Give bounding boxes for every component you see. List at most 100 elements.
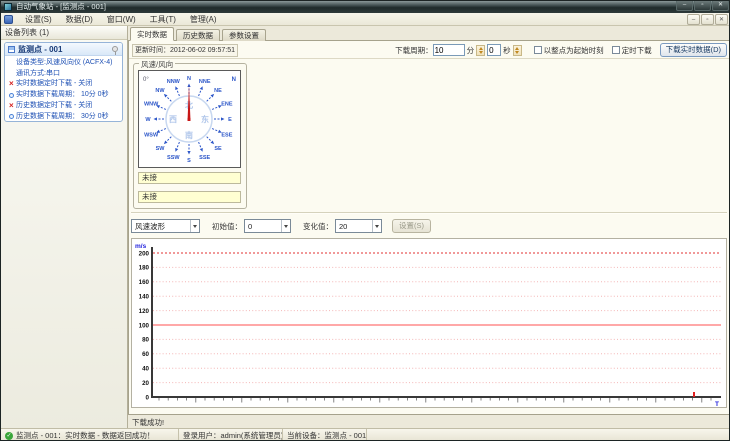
seconds-unit-label: 秒 [503, 45, 511, 55]
device-panel[interactable]: 监测点 - 001 设备类型:风速风向仪 (ACFX-4) 通讯方式:串口 × 实… [4, 42, 123, 122]
waveform-chart: m/s 0 20 40 60 80 100 120 140 160 180 200 T [131, 238, 727, 408]
menu-data[interactable]: 数据(D) [59, 13, 100, 26]
update-time-field: 更新时间：2012-06-02 09:57:51 [132, 44, 238, 57]
svg-text:W: W [145, 117, 151, 123]
svg-text:40: 40 [142, 366, 149, 373]
start-on-hour-checkbox[interactable] [533, 46, 542, 54]
svg-text:20: 20 [142, 380, 149, 387]
wind-groupbox: 风速/风向 北南东西NNNENEENEEESESESSESSSWSWWSWWWN… [133, 59, 247, 209]
minutes-unit-label: 分 [466, 45, 475, 55]
download-realtime-button[interactable]: 下载实时数据(D) [659, 43, 727, 57]
scheduled-download-checkbox[interactable] [611, 46, 620, 54]
device-sidebar: 设备列表 (1) 监测点 - 001 设备类型:风速风向仪 (ACFX-4) 通… [1, 26, 128, 428]
svg-text:0°: 0° [143, 77, 149, 83]
device-panel-header[interactable]: 监测点 - 001 [5, 43, 122, 56]
success-check-icon: ✓ [5, 431, 13, 440]
window-title: 自动气象站 - [监测点 - 001] [16, 2, 107, 11]
svg-text:160: 160 [139, 279, 150, 286]
svg-text:东: 东 [201, 114, 209, 124]
history-schedule-line: × 历史数据定时下载 - 关闭 [9, 100, 93, 110]
svg-text:120: 120 [139, 308, 150, 315]
svg-text:SW: SW [156, 146, 166, 152]
menu-bar: 设置(S) 数据(D) 窗口(W) 工具(T) 管理(A) – ▫ ✕ [1, 13, 729, 26]
off-x-icon: × [9, 100, 14, 110]
wind-speed-field: 未接 [138, 172, 241, 184]
svg-text:200: 200 [139, 250, 150, 257]
minutes-spinner[interactable] [476, 44, 486, 56]
wind-compass: 北南东西NNNENEENEEESESESSESSSWSWWSWWWNWNWNNW… [138, 70, 241, 168]
svg-text:0: 0 [146, 394, 150, 401]
chevron-down-icon[interactable] [281, 220, 290, 232]
menu-window[interactable]: 窗口(W) [100, 13, 143, 26]
svg-text:SSW: SSW [167, 155, 180, 161]
clock-icon [9, 92, 14, 98]
app-icon [4, 3, 12, 11]
menu-admin[interactable]: 管理(A) [183, 13, 224, 26]
mdi-child-icon[interactable] [4, 14, 13, 24]
comm-mode-line: 通讯方式:串口 [16, 69, 60, 77]
current-device-section: 当前设备：监测点 - 001 [283, 429, 367, 440]
svg-text:SSE: SSE [199, 155, 210, 161]
status-message-section: ✓ 监测点 - 001：实时数据 - 数据返回成功！ [1, 429, 179, 440]
device-icon [8, 45, 15, 53]
initial-value-select[interactable]: 0 [244, 219, 291, 233]
change-value-select[interactable]: 20 [335, 219, 382, 233]
svg-text:NE: NE [214, 88, 222, 94]
restore-icon[interactable]: ▫ [694, 1, 711, 11]
status-bar: ✓ 监测点 - 001：实时数据 - 数据返回成功！ 登录用户：admin(系统… [1, 428, 729, 440]
clock-icon [9, 114, 14, 120]
svg-text:西: 西 [169, 115, 177, 124]
start-on-hour-label: 以整点为起始时刻 [543, 45, 604, 55]
settings-button[interactable]: 设置(S) [392, 219, 431, 233]
scheduled-download-label: 定时下载 [621, 45, 652, 55]
svg-text:WNW: WNW [144, 101, 159, 107]
history-period-line: 历史数据下载周期： 30分 0秒 [9, 112, 122, 121]
tab-bar: 实时数据 历史数据 参数设置 [130, 27, 266, 41]
seconds-input[interactable] [487, 44, 502, 56]
compass-svg: 北南东西NNNENEENEEESESESSESSSWSWWSWWWNWNWNNW… [143, 76, 236, 164]
initial-value-label: 初始值： [212, 221, 242, 231]
menu-settings[interactable]: 设置(S) [18, 13, 59, 26]
svg-text:140: 140 [139, 294, 150, 301]
svg-text:NW: NW [155, 88, 165, 94]
svg-text:S: S [187, 158, 191, 164]
svg-text:T: T [715, 401, 719, 407]
chevron-down-icon[interactable] [372, 220, 381, 232]
off-x-icon: × [9, 79, 14, 89]
tab-parameter-settings[interactable]: 参数设置 [222, 29, 266, 41]
pin-icon[interactable] [112, 46, 118, 55]
mdi-close-icon[interactable]: ✕ [715, 14, 728, 25]
waveform-select[interactable]: 风速波形 [131, 219, 200, 233]
svg-text:80: 80 [142, 337, 149, 344]
device-list-header: 设备列表 (1) [1, 26, 127, 40]
chart-svg: m/s 0 20 40 60 80 100 120 140 160 180 200 T [135, 243, 721, 408]
svg-text:N: N [187, 76, 191, 82]
mdi-restore-icon[interactable]: ▫ [701, 14, 714, 25]
waveform-controls: 风速波形 初始值： 0 变化值： 20 设置(S) [131, 219, 431, 233]
menu-tools[interactable]: 工具(T) [143, 13, 183, 26]
change-value-label: 变化值： [303, 221, 333, 231]
svg-text:WSW: WSW [144, 133, 159, 139]
app-window: 自动气象站 - [监测点 - 001] – ▫ ✕ 设置(S) 数据(D) 窗口… [0, 0, 730, 441]
update-time-value: 2012-06-02 09:57:51 [170, 47, 235, 54]
login-user-section: 登录用户：admin(系统管理员) [179, 429, 283, 440]
title-bar: 自动气象站 - [监测点 - 001] – ▫ ✕ [1, 1, 729, 13]
chevron-down-icon[interactable] [190, 220, 199, 232]
minimize-icon[interactable]: – [676, 1, 693, 11]
svg-text:SE: SE [214, 146, 222, 152]
svg-text:100: 100 [139, 322, 150, 329]
seconds-spinner[interactable] [512, 44, 522, 56]
data-toolbar: 更新时间：2012-06-02 09:57:51 下载周期： 分 秒 以整点为起… [129, 41, 729, 59]
svg-text:ENE: ENE [221, 101, 233, 107]
device-type-line: 设备类型:风速风向仪 (ACFX-4) [16, 59, 113, 66]
mdi-minimize-icon[interactable]: – [687, 14, 700, 25]
tab-realtime-data[interactable]: 实时数据 [130, 27, 174, 41]
tab-history-data[interactable]: 历史数据 [176, 29, 220, 41]
close-icon[interactable]: ✕ [712, 1, 729, 11]
wind-groupbox-title: 风速/风向 [139, 59, 176, 70]
svg-text:N: N [232, 77, 236, 83]
download-period-label: 下载周期： [395, 45, 433, 55]
svg-text:E: E [228, 117, 232, 123]
svg-text:180: 180 [139, 265, 150, 272]
minutes-input[interactable] [432, 44, 465, 56]
